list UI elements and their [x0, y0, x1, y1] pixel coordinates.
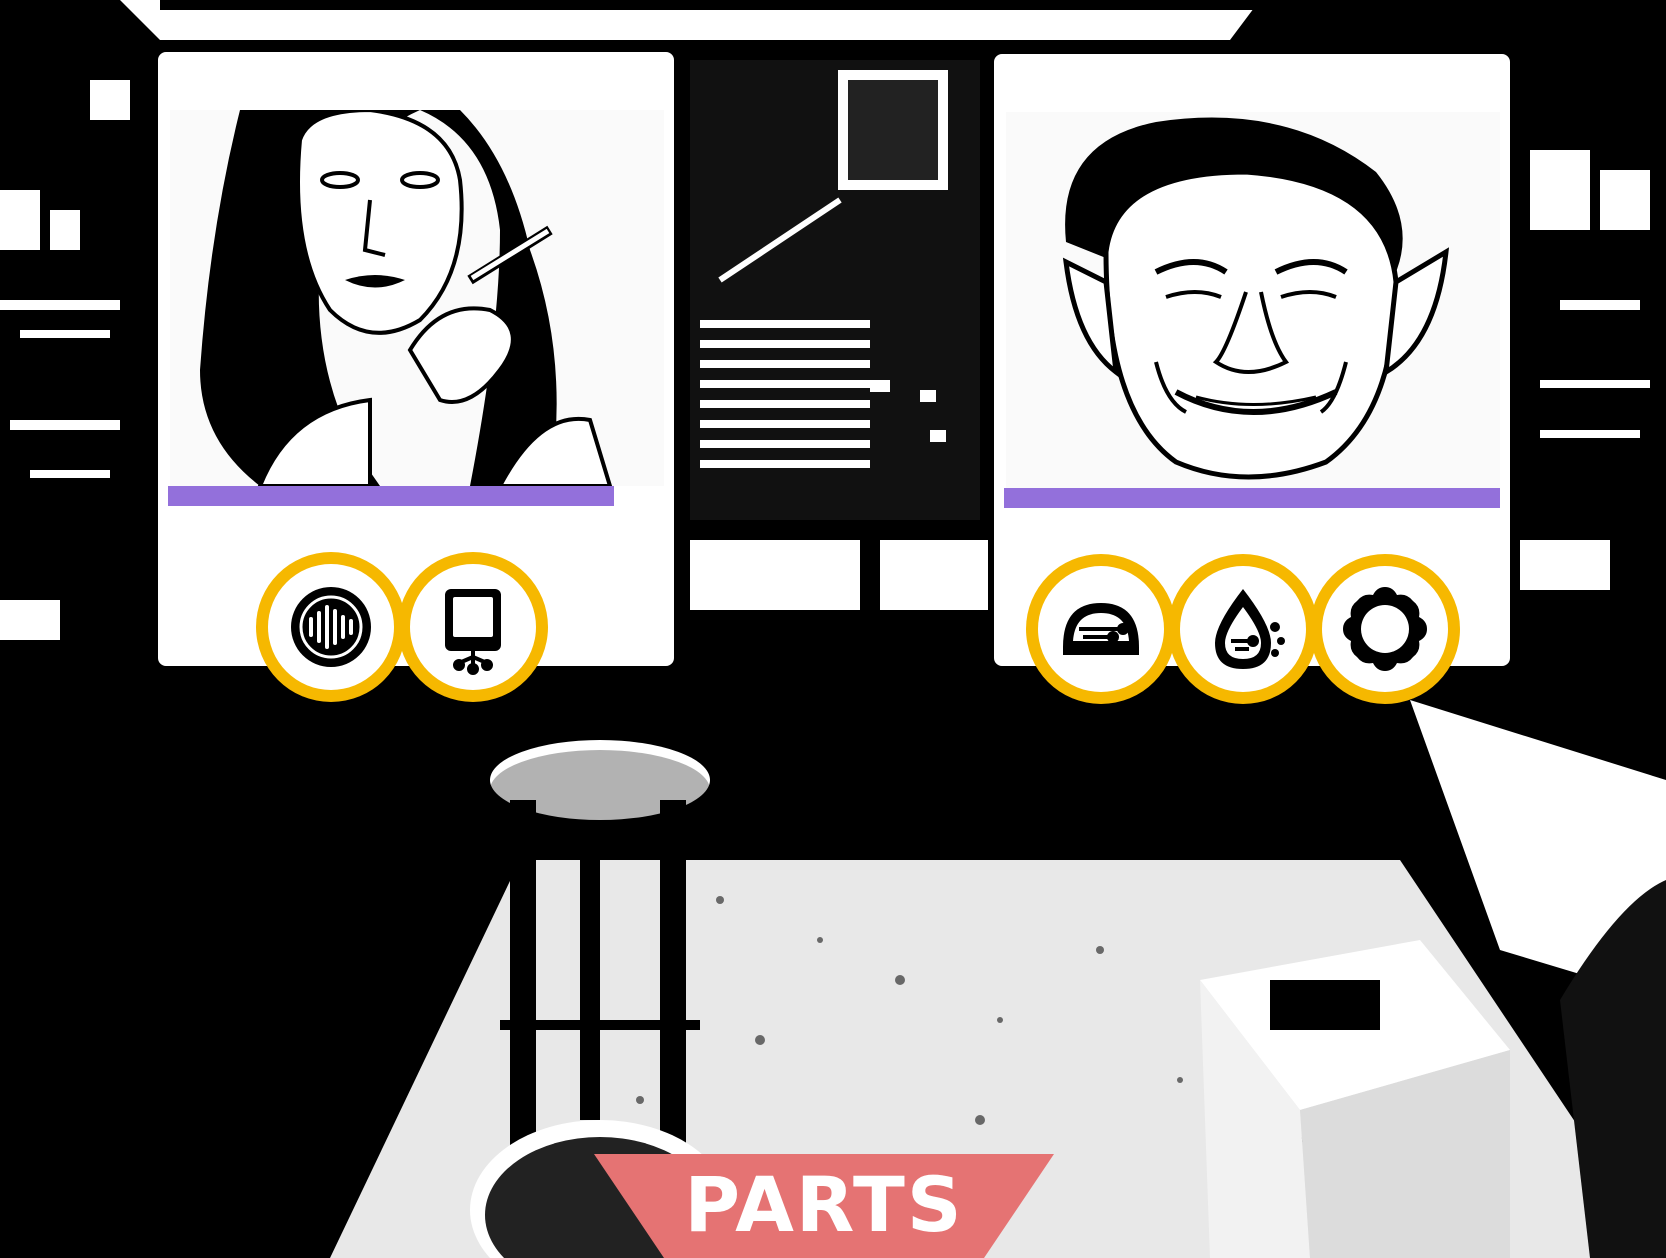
ability-badge-soundwave[interactable] — [256, 552, 406, 702]
ability-badge-tablet[interactable] — [398, 552, 548, 702]
health-bar-fill — [1004, 488, 1500, 508]
health-bar-2 — [1004, 488, 1500, 508]
health-bar-1 — [168, 486, 664, 506]
parts-label: PARTS — [684, 1160, 964, 1249]
pointy-eared-man-portrait — [1006, 112, 1500, 488]
ability-badge-gauge[interactable] — [1026, 554, 1176, 704]
soundwave-circle-icon — [291, 587, 371, 667]
tablet-circuit-icon — [445, 589, 501, 675]
health-bar-fill — [168, 486, 615, 506]
ability-badge-droplet[interactable] — [1168, 554, 1318, 704]
parts-button[interactable]: PARTS — [594, 1154, 1054, 1258]
character-portrait-1 — [170, 110, 664, 486]
ability-badge-gear[interactable] — [1310, 554, 1460, 704]
character-portrait-2 — [1006, 112, 1500, 488]
droplet-circuit-icon — [1215, 589, 1285, 669]
badge-row-2 — [994, 554, 1510, 714]
gear-ring-icon — [1343, 587, 1427, 671]
gauge-circuit-icon — [1063, 603, 1139, 655]
character-card-2[interactable] — [988, 48, 1516, 704]
character-card-1[interactable] — [152, 46, 680, 702]
badge-row-1 — [158, 552, 674, 712]
long-haired-woman-smoking-portrait — [170, 110, 664, 486]
